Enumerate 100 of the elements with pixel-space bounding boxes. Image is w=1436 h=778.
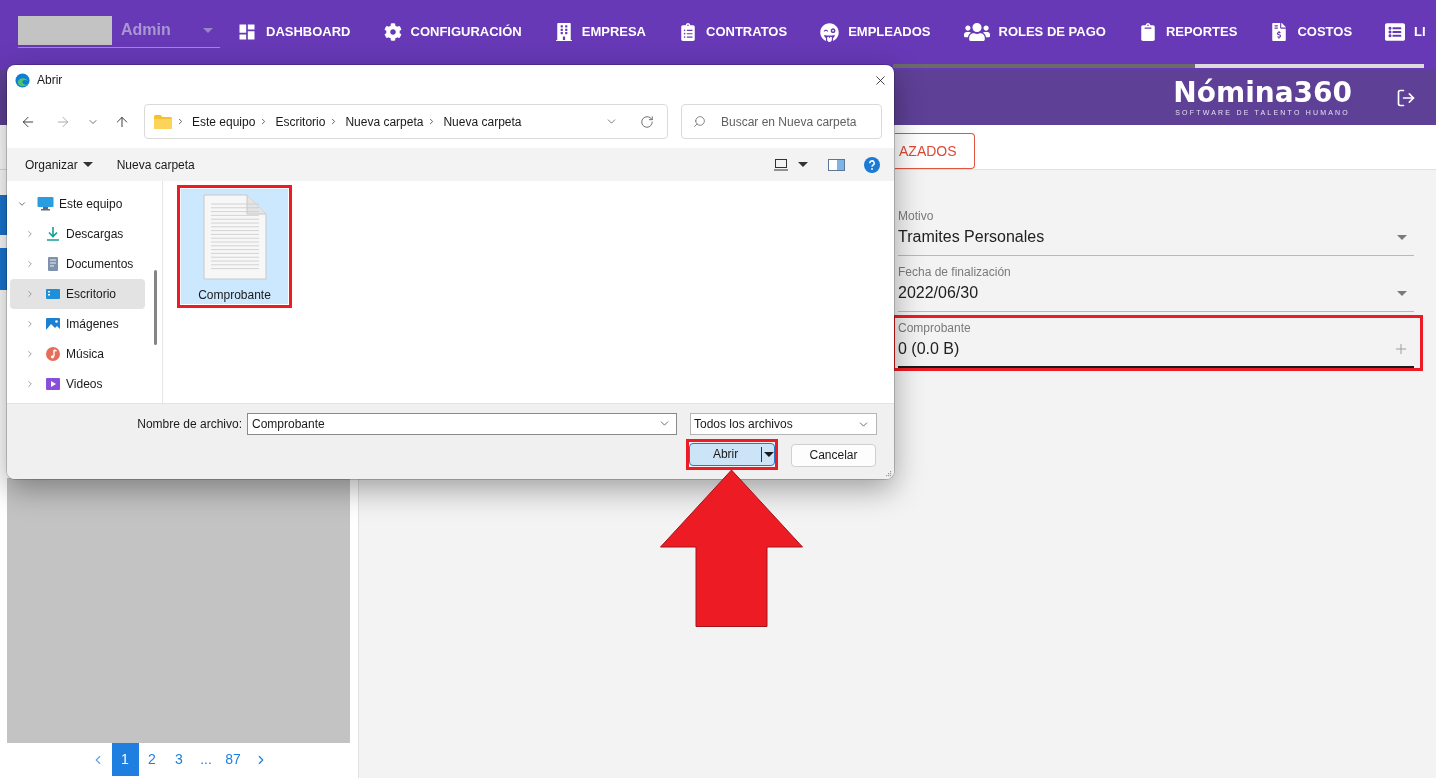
nav-link[interactable]: EMPRESA	[554, 22, 646, 42]
nav-link[interactable]: ROLES DE PAGO	[963, 19, 1106, 45]
scrollbar[interactable]	[154, 270, 157, 345]
chevron-icon[interactable]	[17, 199, 27, 209]
logout-icon[interactable]	[1396, 87, 1416, 108]
field-label: Motivo	[898, 209, 934, 223]
search-icon	[693, 115, 706, 128]
field-label: Comprobante	[898, 321, 971, 335]
tree-item[interactable]: Videos	[10, 369, 145, 399]
caret-icon	[82, 162, 93, 167]
page-button[interactable]: 87	[219, 743, 247, 776]
resize-grip-icon[interactable]	[885, 470, 892, 477]
tree-label: Música	[66, 346, 104, 363]
video-icon	[45, 376, 61, 392]
tree-label: Imágenes	[66, 316, 119, 333]
document-icon	[45, 256, 61, 272]
nav-link[interactable]: COSTOS	[1270, 22, 1353, 42]
layout-icon[interactable]	[774, 158, 788, 171]
list-icon	[1385, 22, 1406, 42]
page-button[interactable]: ...	[192, 743, 220, 776]
gear-icon	[383, 23, 402, 41]
tree-label: Escritorio	[66, 286, 116, 303]
command-button[interactable]: Organizar	[19, 151, 99, 178]
folder-icon	[154, 114, 172, 129]
sidebar-tab-edge	[0, 195, 7, 235]
field-label: Fecha de finalización	[898, 265, 1011, 279]
caret-icon	[1397, 290, 1407, 296]
swirl-logo-icon	[15, 72, 30, 88]
field-value: 0 (0.0 B)	[898, 339, 960, 359]
nav-link[interactable]: EMPLEADOS	[820, 22, 931, 42]
building-icon	[554, 23, 573, 41]
chevron-icon[interactable]	[25, 319, 35, 329]
plus-icon[interactable]	[1393, 341, 1409, 357]
caret-icon	[798, 162, 808, 167]
dollar-file-icon	[1270, 23, 1289, 41]
scrollbar[interactable]	[893, 64, 1424, 68]
select-field[interactable]: Fecha de finalización 2022/06/30	[898, 265, 1414, 312]
select-field[interactable]: Motivo Tramites Personales	[898, 209, 1414, 256]
refresh-icon[interactable]	[640, 114, 654, 129]
file-tile[interactable]: Comprobante	[181, 189, 288, 304]
tree-item[interactable]: Este equipo	[10, 189, 145, 219]
chevron-icon[interactable]	[25, 349, 35, 359]
breadcrumb-item[interactable]: Nueva carpeta	[345, 112, 424, 131]
filename-field[interactable]: Comprobante	[247, 413, 677, 435]
tree-item[interactable]: Escritorio	[10, 279, 145, 309]
tree-label: Videos	[66, 376, 103, 393]
chevron-icon[interactable]	[25, 289, 35, 299]
command-button[interactable]: Nueva carpeta	[110, 151, 201, 178]
caret-icon	[1397, 234, 1407, 240]
tree-item[interactable]: Música	[10, 339, 145, 369]
page-button[interactable]: 3	[165, 743, 193, 776]
nav-link[interactable]: CONTRATOS	[679, 22, 788, 42]
role-text: Admin	[121, 20, 171, 40]
text-file-icon	[202, 194, 267, 280]
tree-item[interactable]: Imágenes	[10, 309, 145, 339]
breadcrumb-item[interactable]: Escritorio	[275, 112, 326, 131]
tree-item[interactable]: Documentos	[10, 249, 145, 279]
help-icon[interactable]	[864, 156, 880, 173]
nav-link[interactable]: REPORTES	[1138, 22, 1238, 42]
nav-link[interactable]: DASHBOARD	[237, 22, 351, 42]
download-icon	[45, 226, 61, 242]
monitor-icon	[37, 196, 54, 212]
music-note-icon	[45, 346, 61, 362]
breadcrumb-item[interactable]: Nueva carpeta	[443, 112, 522, 131]
dashboard-icon	[237, 22, 257, 42]
page-button[interactable]: 2	[138, 743, 166, 776]
tree-label: Este equipo	[59, 196, 123, 213]
chevron-icon	[176, 117, 185, 126]
field-label: Nombre de archivo:	[137, 416, 242, 433]
outlined-button[interactable]: AZADOS	[895, 133, 975, 169]
file-input-field[interactable]: Comprobante 0 (0.0 B)	[898, 321, 1414, 368]
clipboard-icon	[679, 23, 697, 41]
field-value: 2022/06/30	[898, 283, 979, 303]
nav-link[interactable]: CONFIGURACIÓN	[383, 22, 522, 42]
open-button[interactable]: Abrir	[689, 442, 775, 466]
tree-label: Descargas	[66, 226, 124, 243]
caret-icon	[203, 28, 213, 33]
caret-icon	[764, 451, 774, 457]
search-field[interactable]: Buscar en Nueva carpeta	[681, 104, 882, 139]
chevron-icon[interactable]	[25, 379, 35, 389]
chevron-icon[interactable]	[25, 229, 35, 239]
breadcrumb-item[interactable]: Este equipo	[192, 112, 256, 131]
file-type-dropdown[interactable]: Todos los archivos	[690, 413, 877, 435]
field-value: Tramites Personales	[898, 227, 1045, 247]
cancel-button[interactable]: Cancelar	[791, 443, 876, 467]
file-name: Comprobante	[198, 287, 271, 304]
logo-text: Nómina360	[1173, 78, 1352, 108]
picture-icon	[45, 316, 61, 332]
chevron-icon[interactable]	[25, 259, 35, 269]
screen-icon	[45, 286, 61, 302]
sidebar-tab-edge	[0, 248, 7, 290]
tree-label: Documentos	[66, 256, 134, 273]
clipboard-icon	[1138, 23, 1157, 41]
address-bar[interactable]: Este equipo Escritorio Nueva carpeta Nueva carpeta	[144, 104, 668, 139]
panel-icon[interactable]	[828, 158, 845, 171]
nav-link[interactable]: LI	[1385, 22, 1426, 42]
face-icon	[820, 22, 840, 42]
tree-item[interactable]: Descargas	[10, 219, 145, 249]
dialog-title: Abrir	[37, 72, 63, 89]
page-button[interactable]: 1	[111, 743, 139, 776]
